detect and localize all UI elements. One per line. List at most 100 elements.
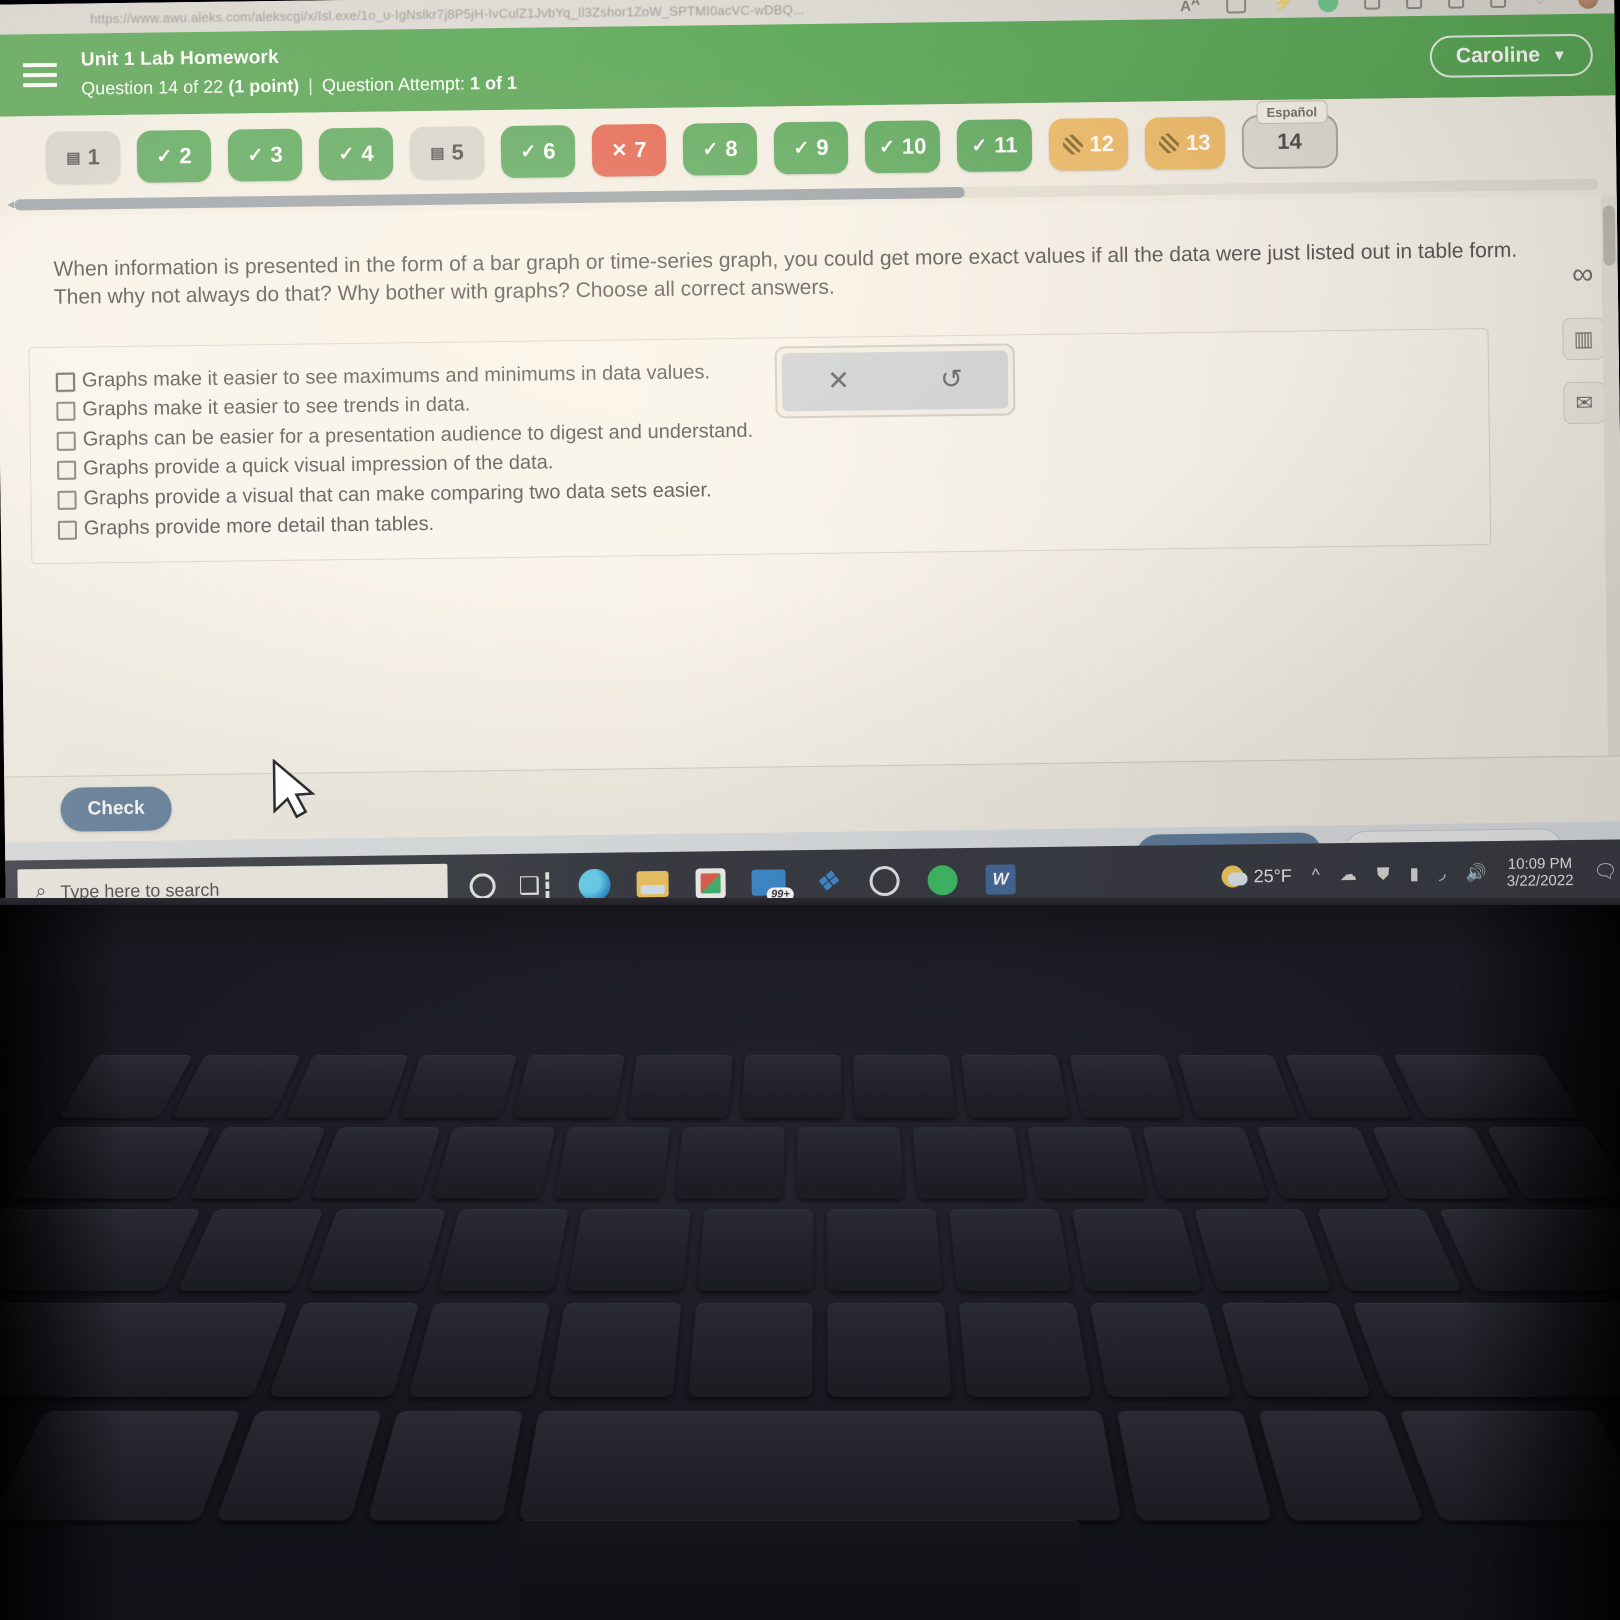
mail-icon[interactable] [751, 865, 786, 899]
clear-icon[interactable]: ✕ [827, 366, 850, 396]
question-pill-10[interactable]: ✓ 10 [864, 120, 941, 174]
notifications-icon[interactable]: 🗨 [1593, 859, 1617, 883]
option-label: Graphs can be easier for a presentation … [82, 419, 754, 451]
check-icon: ✓ [156, 145, 173, 168]
laptop-screen: https://www.awu.aleks.com/alekscgi/x/Isl… [0, 0, 1620, 925]
word-icon[interactable]: W [983, 862, 1017, 896]
attempt-label: Question Attempt: [321, 73, 471, 95]
security-icon[interactable]: ⛊ [1377, 864, 1390, 884]
option-checkbox[interactable] [57, 461, 77, 481]
option-row[interactable]: Graphs provide a quick visual impression… [57, 449, 754, 482]
option-row[interactable]: Graphs provide more detail than tables. [57, 508, 755, 541]
trackpad[interactable] [520, 1520, 1080, 1620]
infinity-icon[interactable]: ∞ [1561, 254, 1604, 297]
keyboard-row [0, 1127, 1620, 1199]
check-button[interactable]: Check [60, 785, 172, 832]
question-pill-12[interactable]: 12 [1048, 117, 1129, 171]
onedrive-icon[interactable]: ☁ [1340, 865, 1357, 885]
option-label: Graphs provide a visual that can make co… [83, 479, 712, 510]
pill-label: 2 [179, 143, 192, 169]
check-icon: ✓ [702, 138, 719, 160]
chevron-down-icon: ▼ [1551, 46, 1567, 64]
option-row[interactable]: Graphs provide a visual that can make co… [57, 479, 754, 512]
question-pill-13[interactable]: 13 [1144, 116, 1225, 170]
user-menu-button[interactable]: Caroline ▼ [1429, 33, 1594, 78]
cortana-icon[interactable] [469, 873, 496, 900]
keyboard-row [0, 1055, 1620, 1118]
question-status: Question 14 of 22 (1 point) | Question Att… [81, 71, 517, 100]
microsoft-store-icon[interactable] [693, 866, 727, 900]
check-icon: ✓ [520, 141, 537, 163]
app-icon[interactable] [1318, 0, 1339, 13]
question-pill-8[interactable]: ✓ 8 [682, 122, 758, 176]
question-nav-pills: ▤ 1 ✓ 2 ✓ 3 ✓ 4 ▤ 5 ✓ 6 ✕ 7 ✓ 8 ✓ 9 ✓ 10 ✓ 11 12 13 14 Español [0, 100, 1616, 188]
favorites-icon[interactable] [1448, 0, 1465, 9]
history-icon[interactable] [1406, 0, 1423, 10]
wondershare-icon[interactable] [867, 864, 901, 898]
clock[interactable]: 10:09 PM 3/22/2022 [1506, 855, 1574, 890]
spotify-icon[interactable] [925, 863, 959, 897]
question-pill-5[interactable]: ▤ 5 [409, 126, 485, 180]
answer-area: Graphs make it easier to see maximums an… [28, 327, 1492, 565]
font-size-icon[interactable]: AA [1180, 0, 1200, 15]
question-text: When information is presented in the for… [53, 238, 1518, 310]
question-pill-6[interactable]: ✓ 6 [500, 125, 576, 179]
question-pill-7[interactable]: ✕ 7 [591, 123, 667, 177]
weather-widget[interactable]: 25°F [1221, 865, 1292, 888]
option-checkbox[interactable] [55, 372, 76, 392]
question-pill-1[interactable]: ▤ 1 [45, 131, 121, 184]
show-hidden-icons[interactable]: ^ [1312, 865, 1320, 885]
check-icon: ✓ [338, 143, 355, 165]
pill-label: 8 [725, 135, 738, 162]
partial-icon: ▤ [66, 149, 81, 167]
hamburger-icon[interactable] [22, 62, 58, 88]
question-points: (1 point) [228, 75, 300, 97]
question-pill-14[interactable]: 14 Español [1241, 100, 1338, 170]
laptop-photo: https://www.awu.aleks.com/alekscgi/x/Isl… [0, 0, 1620, 1620]
edge-icon[interactable] [577, 868, 611, 902]
laptop-keyboard-deck [0, 905, 1620, 1620]
question-pill-3[interactable]: ✓ 3 [227, 128, 303, 182]
profile-avatar[interactable] [1577, 0, 1599, 9]
undo-icon[interactable]: ↺ [940, 364, 963, 394]
check-icon: ✓ [793, 137, 810, 159]
dropbox-icon[interactable]: ❖ [809, 865, 843, 899]
question-pill-2[interactable]: ✓ 2 [136, 129, 212, 183]
page-scrollbar[interactable] [1600, 195, 1620, 756]
option-checkbox[interactable] [57, 520, 78, 540]
option-checkbox[interactable] [56, 401, 76, 422]
partly-cloudy-icon [1221, 865, 1244, 888]
battery-icon[interactable]: ▮ [1409, 864, 1419, 884]
volume-icon[interactable]: 🔊 [1465, 863, 1486, 883]
question-pill-9[interactable]: ✓ 9 [773, 121, 849, 175]
question-pill-11[interactable]: ✓ 11 [957, 119, 1032, 173]
calculator-icon[interactable]: ▥ [1562, 317, 1605, 361]
pill-label: 9 [816, 134, 829, 160]
message-icon[interactable]: ✉ [1563, 381, 1606, 425]
pill-label: 11 [994, 132, 1018, 158]
file-explorer-icon[interactable] [635, 867, 669, 901]
option-checkbox[interactable] [56, 431, 76, 451]
hatch-icon [1158, 133, 1180, 154]
option-row[interactable]: Graphs make it easier to see maximums an… [55, 360, 753, 393]
system-tray: 25°F ^ ☁ ⛊ ▮ ◞ 🔊 10:09 PM 3/22/2022 🗨 [1221, 854, 1620, 894]
reading-view-icon[interactable] [1226, 0, 1247, 14]
answer-tool-buttons: ✕ ↺ [781, 350, 1009, 412]
collections-icon[interactable] [1490, 0, 1507, 9]
pill-label: 5 [451, 139, 464, 165]
deck-shadow-right [1460, 905, 1620, 1620]
network-icon[interactable]: ◞ [1439, 864, 1446, 884]
option-label: Graphs provide a quick visual impression… [82, 451, 554, 480]
sync-icon[interactable] [1364, 0, 1381, 10]
page-title: Unit 1 Lab Homework [80, 46, 279, 71]
question-pill-4[interactable]: ✓ 4 [318, 127, 394, 181]
option-row[interactable]: Graphs make it easier to see trends in d… [56, 390, 753, 423]
option-checkbox[interactable] [57, 490, 77, 510]
extension-icon[interactable]: ⚡ [1272, 0, 1295, 13]
heart-icon[interactable]: ♡ [1532, 0, 1552, 10]
espanol-toggle[interactable]: Español [1256, 100, 1328, 125]
option-list: Graphs make it easier to see maximums an… [55, 360, 755, 541]
option-label: Graphs provide more detail than tables. [83, 512, 435, 540]
option-row[interactable]: Graphs can be easier for a presentation … [56, 419, 754, 453]
deck-shadow-left [0, 905, 120, 1620]
